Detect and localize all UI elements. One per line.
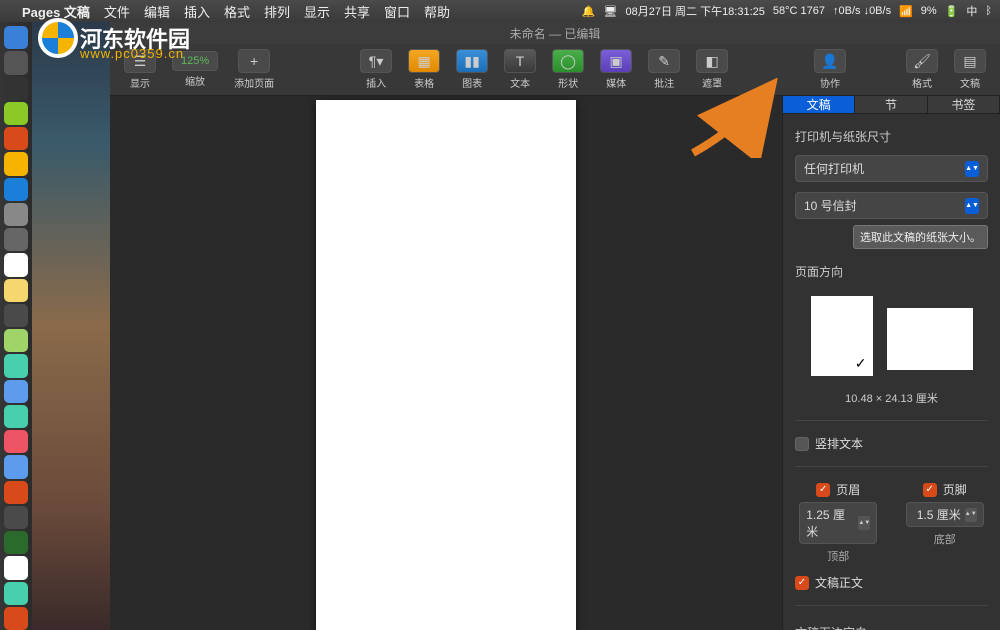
orientation-landscape[interactable]: [887, 308, 973, 370]
check-icon: ✓: [855, 355, 867, 372]
dock-notes[interactable]: [4, 279, 28, 302]
dock-vpn[interactable]: [4, 531, 28, 554]
printer-section-label: 打印机与纸张尺寸: [795, 128, 988, 145]
paper-tooltip: 选取此文稿的纸张大小。: [853, 225, 988, 249]
orientation-portrait[interactable]: ✓: [811, 296, 873, 376]
page[interactable]: [316, 100, 576, 630]
desktop-wallpaper: [32, 22, 110, 630]
status-battery: 9%: [921, 5, 937, 17]
comment-button[interactable]: ✎批注: [642, 47, 686, 92]
dock-app10[interactable]: [4, 506, 28, 529]
dock-app11[interactable]: [4, 582, 28, 605]
dock: [0, 22, 32, 630]
logo-icon: [38, 18, 78, 58]
menu-help[interactable]: 帮助: [424, 2, 450, 21]
tab-section[interactable]: 节: [855, 96, 927, 113]
shape-button[interactable]: ◯形状: [546, 47, 590, 92]
dock-yandex[interactable]: [4, 556, 28, 579]
dock-app8[interactable]: [4, 354, 28, 377]
window-title: 未命名 — 已编辑: [510, 25, 601, 42]
vertical-text-checkbox[interactable]: 竖排文本: [795, 435, 988, 452]
checkbox-icon: ✓: [816, 483, 830, 497]
header-stepper[interactable]: 1.25 厘米 ▲▼: [799, 502, 877, 544]
top-label: 顶部: [827, 548, 849, 564]
document-button[interactable]: ▤文稿: [948, 47, 992, 92]
menu-window[interactable]: 窗口: [384, 2, 410, 21]
battery-icon: 🔋: [945, 5, 959, 18]
checkbox-icon: ✓: [795, 576, 809, 590]
dock-vivaldi[interactable]: [4, 481, 28, 504]
menu-arrange[interactable]: 排列: [264, 2, 290, 21]
menu-share[interactable]: 共享: [344, 2, 370, 21]
updown-icon: ▲▼: [965, 161, 979, 177]
collab-button[interactable]: 👤协作: [808, 47, 852, 92]
margins-label: 文稿页边空白: [795, 624, 988, 630]
status-net: ↑0B/s ↓0B/s: [833, 5, 891, 17]
footer-stepper[interactable]: 1.5 厘米 ▲▼: [906, 502, 984, 527]
dock-app1[interactable]: [4, 102, 28, 125]
addpage-button[interactable]: +添加页面: [228, 47, 280, 92]
tab-bookmark[interactable]: 书签: [928, 96, 1000, 113]
window-titlebar: 未命名 — 已编辑: [110, 22, 1000, 44]
dock-finder[interactable]: [4, 26, 28, 49]
updown-icon: ▲▼: [965, 198, 979, 214]
dock-app5[interactable]: [4, 228, 28, 251]
format-button[interactable]: 🖌格式: [900, 47, 944, 92]
chart-button[interactable]: ▮▮图表: [450, 47, 494, 92]
document-canvas[interactable]: [110, 96, 782, 630]
media-button[interactable]: ▣媒体: [594, 47, 638, 92]
dock-app6[interactable]: [4, 304, 28, 327]
dock-app2[interactable]: [4, 127, 28, 150]
watermark-url: www.pc0359.cn: [80, 46, 184, 61]
orientation-label: 页面方向: [795, 263, 988, 280]
page-dimensions: 10.48 × 24.13 厘米: [795, 390, 988, 406]
screen-icon[interactable]: 🖥: [604, 5, 618, 18]
dock-app7[interactable]: [4, 329, 28, 352]
dock-app3[interactable]: [4, 152, 28, 175]
body-checkbox[interactable]: ✓ 文稿正文: [795, 574, 988, 591]
status-ime[interactable]: 中: [966, 3, 977, 19]
dock-wechat[interactable]: [4, 405, 28, 428]
table-button[interactable]: ▦表格: [402, 47, 446, 92]
insert-button[interactable]: ¶▾插入: [354, 47, 398, 92]
pages-window: 未命名 — 已编辑 ☰显示 125%缩放 +添加页面 ¶▾插入 ▦表格 ▮▮图表…: [110, 22, 1000, 630]
dock-app12[interactable]: [4, 607, 28, 630]
header-checkbox[interactable]: ✓ 页眉: [816, 481, 860, 498]
status-temp: 58°C 1767: [773, 5, 825, 17]
footer-checkbox[interactable]: ✓ 页脚: [923, 481, 967, 498]
toolbar: ☰显示 125%缩放 +添加页面 ¶▾插入 ▦表格 ▮▮图表 T文本 ◯形状 ▣…: [110, 44, 1000, 96]
printer-value: 任何打印机: [804, 160, 864, 177]
checkbox-icon: [795, 437, 809, 451]
paper-dropdown[interactable]: 10 号信封 ▲▼: [795, 192, 988, 219]
bottom-label: 底部: [934, 531, 956, 547]
tab-document[interactable]: 文稿: [783, 96, 855, 113]
dock-music[interactable]: [4, 430, 28, 453]
dock-app4[interactable]: [4, 203, 28, 226]
mask-button[interactable]: ◧遮罩: [690, 47, 734, 92]
dock-app9[interactable]: [4, 380, 28, 403]
stepper-icon: ▲▼: [858, 516, 870, 530]
dock-launchpad[interactable]: [4, 51, 28, 74]
menu-view[interactable]: 显示: [304, 2, 330, 21]
dock-terminal[interactable]: [4, 77, 28, 100]
text-button[interactable]: T文本: [498, 47, 542, 92]
dock-calendar[interactable]: [4, 253, 28, 276]
inspector-panel: 文稿 节 书签 打印机与纸张尺寸 任何打印机 ▲▼ 10 号信封 ▲▼ 选取此文…: [782, 96, 1000, 630]
dock-safari[interactable]: [4, 178, 28, 201]
notification-icon[interactable]: 🔔: [582, 5, 596, 18]
printer-dropdown[interactable]: 任何打印机 ▲▼: [795, 155, 988, 182]
dock-appstore[interactable]: [4, 455, 28, 478]
status-date: 08月27日 周二 下午18:31:25: [625, 3, 764, 19]
checkbox-icon: ✓: [923, 483, 937, 497]
bluetooth-icon[interactable]: ᛒ: [985, 5, 992, 17]
wifi-icon[interactable]: 📶: [899, 5, 913, 18]
stepper-icon: ▲▼: [965, 508, 977, 522]
paper-value: 10 号信封: [804, 197, 857, 214]
menu-format[interactable]: 格式: [224, 2, 250, 21]
